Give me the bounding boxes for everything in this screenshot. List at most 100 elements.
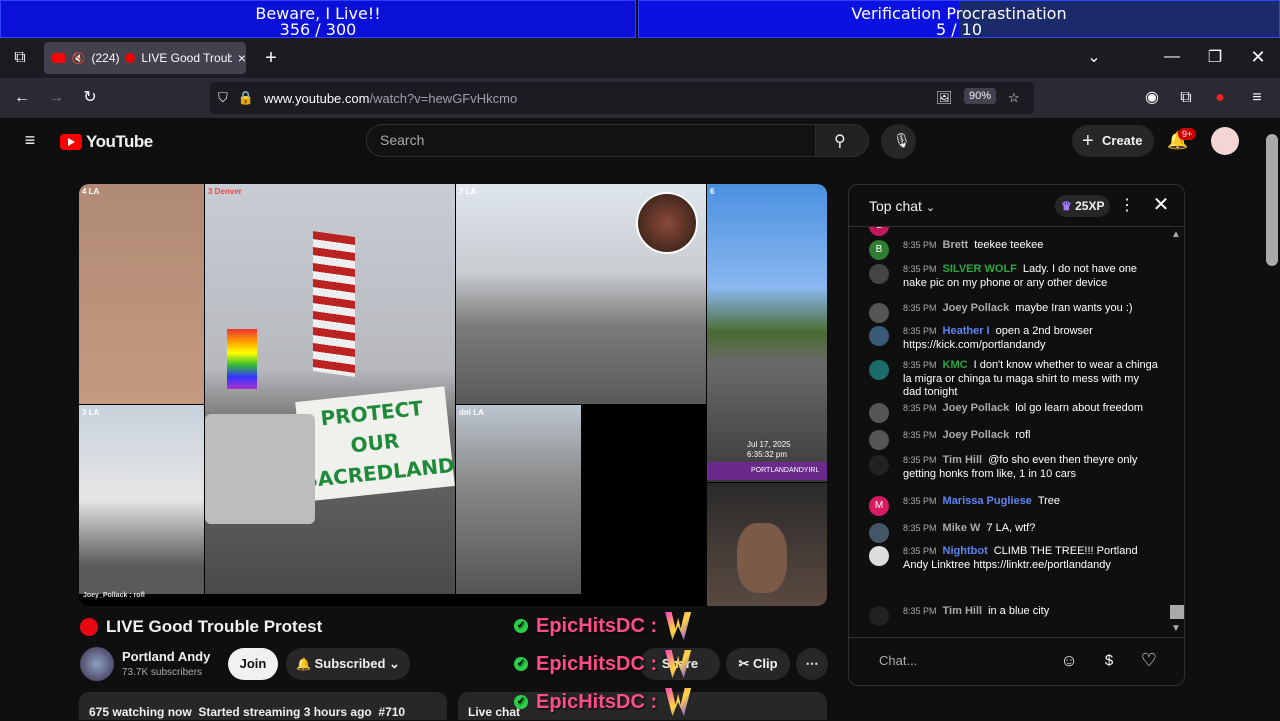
url-bar[interactable]: ⛉ 🔒 www.youtube.com /watch?v=hewGFvHkcmo… [210, 82, 1034, 114]
chat-avatar[interactable] [869, 523, 889, 543]
top-chat-dropdown[interactable]: Top chat ⌄ [869, 198, 935, 214]
streamer-cam [636, 192, 698, 254]
chat-close-icon[interactable]: ✕ [1151, 195, 1171, 215]
heart-icon[interactable]: ♡ [1139, 650, 1159, 670]
lock-icon[interactable]: 🔒 [238, 90, 254, 106]
reload-icon[interactable]: ↻ [80, 88, 100, 108]
chat-text: 7 LA, wtf? [986, 522, 1036, 534]
chat-author[interactable]: Brett [943, 239, 969, 251]
chat-author[interactable]: Marissa Pugliese [943, 495, 1032, 507]
chat-avatar[interactable] [869, 606, 889, 626]
emoji-icon[interactable]: ☺ [1059, 651, 1079, 671]
video-player[interactable]: 4 LA 3 Denver PROTECT OUR SACREDLAND 7 L… [79, 184, 827, 606]
search-button[interactable]: ⚲ [815, 124, 869, 157]
chat-message: M 8:35 PM Marissa Pugliese Tree [869, 495, 1159, 516]
shield-icon[interactable]: ⛉ [218, 90, 228, 106]
video-cell-2: 3 Denver PROTECT OUR SACREDLAND [205, 184, 455, 594]
protest-banner: PROTECT OUR SACREDLAND [295, 386, 455, 502]
chat-more-icon[interactable]: ⋮ [1119, 196, 1135, 216]
join-button[interactable]: Join [228, 648, 278, 680]
tab-youtube[interactable]: 🔇 (224) LIVE Good Trouble × [44, 42, 246, 74]
chat-author[interactable]: Tim Hill [943, 605, 983, 617]
bell-icon: 🔔 [296, 657, 311, 671]
check-icon: ✓ [514, 695, 528, 709]
chat-author[interactable]: Joey Pollack [943, 302, 1010, 314]
chat-time: 8:35 PM [903, 240, 937, 250]
chat-message: 8:35 PM Joey Pollack lol go learn about fr… [869, 402, 1159, 423]
forward-icon[interactable]: → [46, 88, 66, 108]
video-title-text: LIVE Good Trouble Protest [106, 617, 323, 636]
zoom-level[interactable]: 90% [964, 88, 997, 104]
channel-name[interactable]: Portland Andy [122, 649, 210, 664]
chat-text: maybe Iran wants you :) [1015, 302, 1133, 314]
chat-author[interactable]: Nightbot [943, 545, 988, 557]
chat-avatar[interactable]: M [869, 496, 889, 516]
back-icon[interactable]: ← [12, 88, 32, 108]
chat-author[interactable]: Heather I [943, 325, 990, 337]
pride-flag-icon [227, 329, 257, 389]
extensions-icon[interactable]: ⧉ [1176, 88, 1196, 108]
extension-red-icon[interactable]: ● [1210, 88, 1230, 108]
new-tab-icon[interactable]: + [261, 48, 281, 68]
chat-avatar[interactable] [869, 303, 889, 323]
more-button[interactable]: ⋯ [796, 648, 828, 680]
chat-author[interactable]: Joey Pollack [943, 402, 1010, 414]
timestamp-time: 6:35:32 pm [747, 450, 788, 459]
xp-badge[interactable]: ♛ 25XP [1055, 195, 1111, 217]
chat-avatar[interactable]: B [869, 240, 889, 260]
tab-list-icon[interactable]: ⧉ [10, 48, 30, 68]
search-input[interactable]: Search [366, 124, 816, 157]
account-icon[interactable]: ◉ [1142, 88, 1162, 108]
goal-1-progress: 356 / 300 [279, 20, 357, 39]
restore-icon[interactable]: ❐ [1205, 48, 1225, 68]
chat-avatar[interactable] [869, 546, 889, 566]
tab-close-icon[interactable]: × [238, 50, 246, 66]
w-logo-icon [665, 612, 692, 640]
mic-button[interactable]: 🎙 [881, 124, 916, 159]
chat-avatar[interactable] [869, 455, 889, 475]
menu-icon[interactable]: ≡ [1247, 88, 1267, 108]
chat-author[interactable]: Tim Hill [943, 454, 983, 466]
cell-tag: 6 [710, 187, 715, 196]
page-scrollbar[interactable] [1266, 134, 1278, 266]
chat-author[interactable]: Mike W [943, 522, 981, 534]
bookmark-star-icon[interactable]: ☆ [1008, 90, 1020, 106]
stats-panel[interactable]: 675 watching now Started streaming 3 hou… [79, 692, 447, 720]
chat-author[interactable]: KMC [943, 359, 968, 371]
chat-text: rofl [1015, 429, 1031, 441]
chat-input[interactable]: Chat... [859, 647, 1089, 675]
hamburger-icon[interactable]: ≡ [20, 130, 40, 150]
mute-icon[interactable]: 🔇 [72, 52, 86, 65]
webcam-person [737, 523, 787, 593]
create-button[interactable]: + Create [1072, 125, 1154, 157]
chat-message: L8:35 PMLadysikiHi Marissa [869, 227, 1159, 236]
chat-avatar[interactable] [869, 326, 889, 346]
subscribed-button[interactable]: 🔔 Subscribed ⌄ [286, 648, 410, 680]
check-icon: ✓ [514, 657, 528, 671]
url-host: www.youtube.com [263, 90, 370, 106]
chat-scroll-down-icon[interactable]: ▼ [1171, 623, 1181, 634]
check-icon: ✓ [514, 619, 528, 633]
nav-bar: ← → ↻ ⛉ 🔒 www.youtube.com /watch?v=hewGF… [0, 78, 1280, 118]
chat-scroll-up-icon[interactable]: ▲ [1171, 229, 1181, 240]
avatar[interactable] [1211, 127, 1239, 155]
chat-scroll-thumb[interactable] [1170, 605, 1184, 619]
chat-message: 8:35 PM Heather Iopen a 2nd browser https… [869, 325, 1159, 352]
chat-avatar[interactable] [869, 430, 889, 450]
chat-avatar[interactable]: L [869, 227, 889, 236]
youtube-logo[interactable]: YouTube [60, 132, 153, 152]
tab-overflow-icon[interactable]: ⌄ [1084, 48, 1104, 68]
channel-avatar[interactable] [80, 647, 114, 681]
clip-button[interactable]: ✂ Clip [726, 648, 790, 680]
chat-author[interactable]: SILVER WOLF [943, 263, 1017, 275]
chat-avatar[interactable] [869, 360, 889, 380]
picture-icon[interactable]: 🖼 [936, 90, 953, 106]
alert-user: EpicHitsDC : [536, 652, 658, 675]
chat-avatar[interactable] [869, 403, 889, 423]
alert-3: ✓ EpicHitsDC : [514, 688, 692, 716]
chat-author[interactable]: Joey Pollack [943, 429, 1010, 441]
close-window-icon[interactable]: ✕ [1248, 47, 1268, 67]
minimize-icon[interactable]: — [1162, 47, 1182, 67]
chat-avatar[interactable] [869, 264, 889, 284]
super-chat-icon[interactable]: $ [1099, 651, 1119, 671]
